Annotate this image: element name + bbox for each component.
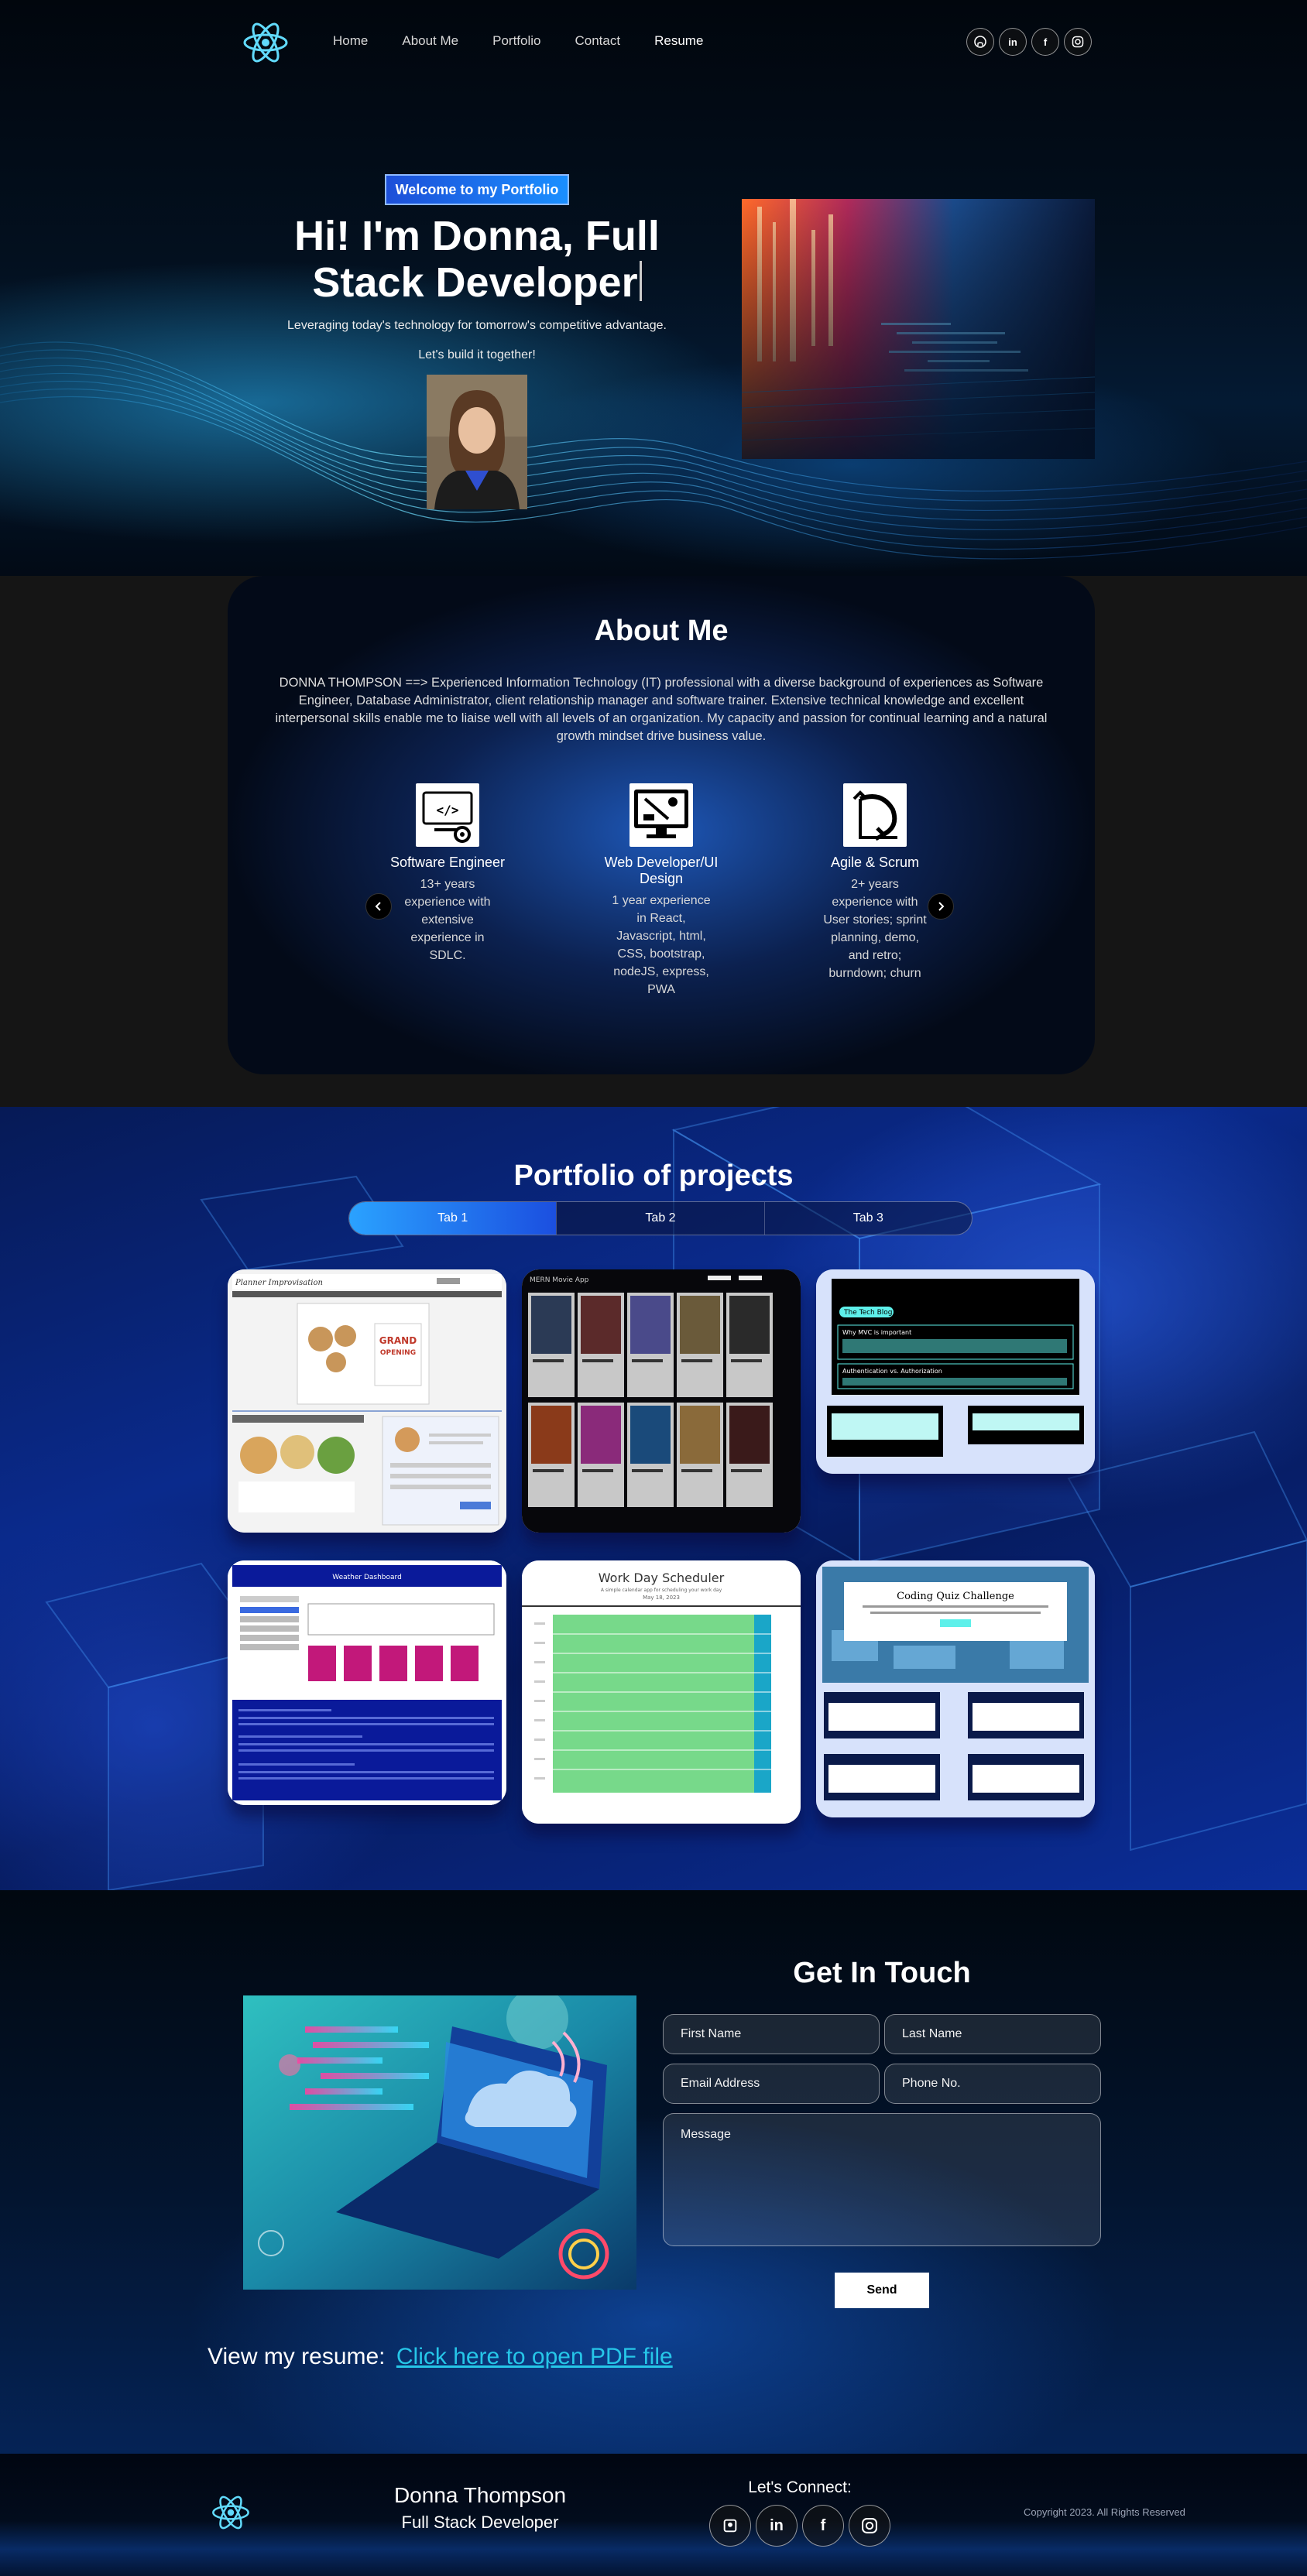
- hero-title: Hi! I'm Donna, Full Stack Developer: [294, 213, 660, 306]
- svg-text:May 18, 2023: May 18, 2023: [643, 1595, 680, 1601]
- project-card-weather[interactable]: Weather Dashboard: [228, 1560, 506, 1805]
- svg-text:A simple calendar app for sche: A simple calendar app for scheduling you…: [601, 1588, 722, 1593]
- hero-section: Home About Me Portfolio Contact Resume i…: [0, 0, 1307, 576]
- about-section: About Me DONNA THOMPSON ==> Experienced …: [0, 576, 1307, 1107]
- resume-label: View my resume:: [208, 2344, 386, 2369]
- hero-code-image: [742, 199, 1095, 459]
- footer-name: Donna Thompson: [393, 2483, 567, 2507]
- about-title: About Me: [594, 615, 729, 647]
- typing-cursor: [639, 261, 642, 301]
- about-description: DONNA THOMPSON ==> Experienced Informati…: [275, 675, 1048, 743]
- hero-subtitle: Leveraging today's technology for tomorr…: [287, 319, 667, 332]
- nav-link-about[interactable]: About Me: [402, 33, 458, 49]
- footer-role: Full Stack Developer: [401, 2513, 559, 2532]
- project-card-scheduler[interactable]: Work Day Scheduler A simple calendar app…: [522, 1560, 801, 1824]
- project-title: MERN Movie App: [530, 1276, 589, 1284]
- instagram-icon[interactable]: [1064, 28, 1092, 56]
- email-field[interactable]: [663, 2064, 880, 2104]
- footer-social-links: in f: [709, 2505, 890, 2547]
- nav-link-resume[interactable]: Resume: [654, 33, 703, 49]
- svg-text:OPENING: OPENING: [380, 1349, 416, 1357]
- linkedin-icon[interactable]: in: [999, 28, 1027, 56]
- resume-pdf-link[interactable]: Click here to open PDF file: [396, 2344, 673, 2369]
- agile-cycle-icon: [843, 783, 907, 847]
- portfolio-title: Portfolio of projects: [513, 1160, 794, 1192]
- tab-1[interactable]: Tab 1: [349, 1202, 557, 1235]
- svg-text:Authentication vs. Authorizati: Authentication vs. Authorization: [842, 1368, 942, 1375]
- project-title: Coding Quiz Challenge: [897, 1591, 1014, 1602]
- profile-photo: [427, 375, 527, 509]
- skill-card-web-developer: Web Developer/UI Design 1 year experienc…: [584, 783, 739, 999]
- nav-link-contact[interactable]: Contact: [575, 33, 621, 49]
- project-card-quiz[interactable]: Coding Quiz Challenge: [816, 1560, 1095, 1817]
- contact-laptop-image: [243, 1995, 636, 2290]
- contact-section: Get In Touch Send View my resume: Click …: [0, 1890, 1307, 2454]
- portfolio-section: Portfolio of projects Tab 1 Tab 2 Tab 3 …: [0, 1107, 1307, 1890]
- nav-links: Home About Me Portfolio Contact Resume: [333, 33, 703, 49]
- monitor-tools-icon: [629, 783, 693, 847]
- skill-title: Agile & Scrum: [830, 855, 920, 870]
- skill-card-agile: Agile & Scrum 2+ years experience with U…: [798, 783, 952, 982]
- phone-field[interactable]: [884, 2064, 1101, 2104]
- message-field[interactable]: [663, 2113, 1101, 2246]
- copyright-text: Copyright 2023. All Rights Reserved: [1024, 2506, 1185, 2518]
- resume-line: View my resume: Click here to open PDF f…: [208, 2344, 673, 2370]
- first-name-field[interactable]: [663, 2014, 880, 2054]
- skill-description: 1 year experience in React, Javascript, …: [612, 894, 711, 996]
- nav-link-portfolio[interactable]: Portfolio: [492, 33, 540, 49]
- skill-card-software-engineer: </> Software Engineer 13+ years experien…: [370, 783, 525, 964]
- project-title: The Tech Blog: [843, 1309, 893, 1317]
- project-card-tech-blog[interactable]: The Tech Blog Why MVC is important Authe…: [816, 1269, 1095, 1474]
- footer: Donna Thompson Full Stack Developer Let'…: [0, 2454, 1307, 2576]
- welcome-tagline: Welcome to my Portfolio: [385, 174, 569, 205]
- svg-text:GRAND: GRAND: [379, 1335, 417, 1346]
- last-name-field[interactable]: [884, 2014, 1101, 2054]
- project-card-planner[interactable]: Planner Improvisation GRAND OPENING: [228, 1269, 506, 1533]
- facebook-icon[interactable]: f: [802, 2505, 844, 2547]
- about-card: About Me DONNA THOMPSON ==> Experienced …: [228, 576, 1095, 1074]
- contact-title: Get In Touch: [793, 1957, 971, 1989]
- project-title: Work Day Scheduler: [599, 1571, 725, 1585]
- code-gear-icon: </>: [416, 783, 479, 847]
- github-icon[interactable]: [709, 2505, 751, 2547]
- nav-social-links: in f: [966, 28, 1092, 56]
- skill-description: 2+ years experience with User stories; s…: [823, 878, 927, 980]
- skill-title: Software Engineer: [389, 855, 506, 870]
- send-button[interactable]: Send: [835, 2273, 929, 2308]
- project-card-movie-app[interactable]: MERN Movie App: [522, 1269, 801, 1533]
- hero-cta-text: Let's build it together!: [418, 348, 536, 361]
- nav-link-home[interactable]: Home: [333, 33, 368, 49]
- instagram-icon[interactable]: [849, 2505, 890, 2547]
- project-title: Weather Dashboard: [332, 1574, 402, 1581]
- footer-react-logo-icon[interactable]: [211, 2492, 251, 2533]
- linkedin-icon[interactable]: in: [756, 2505, 798, 2547]
- skill-title: Web Developer/UI Design: [604, 855, 719, 886]
- portfolio-tabs: Tab 1 Tab 2 Tab 3: [348, 1201, 973, 1235]
- project-title: Planner Improvisation: [235, 1279, 323, 1287]
- svg-text:Why MVC is important: Why MVC is important: [842, 1329, 911, 1336]
- tab-2[interactable]: Tab 2: [556, 1202, 763, 1235]
- tab-3[interactable]: Tab 3: [763, 1202, 972, 1235]
- connect-label: Let's Connect:: [748, 2478, 852, 2496]
- svg-text:</>: </>: [437, 803, 459, 817]
- facebook-icon[interactable]: f: [1031, 28, 1059, 56]
- react-logo-icon[interactable]: [242, 19, 290, 67]
- skill-description: 13+ years experience with extensive expe…: [404, 878, 491, 962]
- top-nav: Home About Me Portfolio Contact Resume i…: [0, 0, 1307, 85]
- github-icon[interactable]: [966, 28, 994, 56]
